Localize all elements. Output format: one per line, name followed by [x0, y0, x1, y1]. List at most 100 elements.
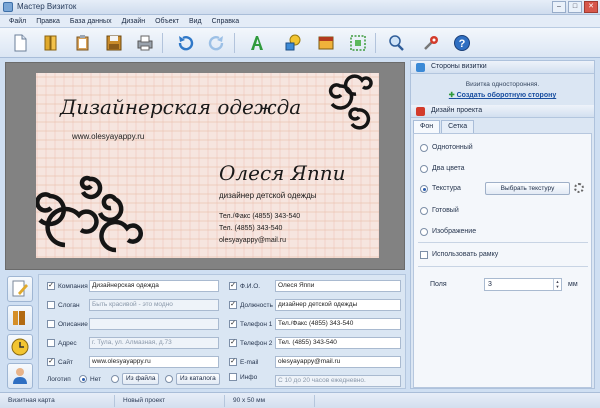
phone1-input[interactable]: Тел./Факс (4855) 343-540 — [275, 318, 401, 330]
phone2-input[interactable]: Тел. (4855) 343-540 — [275, 337, 401, 349]
fio-input[interactable]: Олеся Яппи — [275, 280, 401, 292]
use-frame-checkbox[interactable] — [420, 251, 428, 259]
logo-label: Логотип — [47, 376, 71, 383]
email-checkbox[interactable]: ✓ — [229, 358, 237, 366]
post-input[interactable]: дизайнер детской одежды — [275, 299, 401, 311]
company-checkbox[interactable]: ✓ — [47, 282, 55, 290]
card-phone[interactable]: Тел. (4855) 343-540 — [219, 225, 282, 232]
settings-icon[interactable] — [420, 32, 442, 54]
contacts-button[interactable] — [7, 363, 33, 389]
document-pen-icon — [12, 280, 28, 297]
address-label: Адрес — [58, 340, 77, 347]
properties-panel: Стороны визитки Визитка односторонняя. ✚… — [410, 60, 595, 389]
design-header-label: Дизайн проекта — [431, 107, 483, 114]
margins-unit: мм — [568, 281, 578, 288]
email-input[interactable]: olesyayappy@mail.ru — [275, 356, 401, 368]
design-canvas: Дизайнерская одежда www.olesyayappy.ru О… — [5, 62, 405, 270]
logo-from-file-button[interactable]: Из файла — [122, 373, 160, 385]
templates-button[interactable] — [7, 305, 33, 331]
card-phone-fax[interactable]: Тел./Факс (4855) 343-540 — [219, 213, 300, 220]
bg-plain-radio[interactable] — [420, 144, 428, 152]
undo-icon[interactable] — [174, 32, 196, 54]
qr-tool-icon[interactable] — [347, 32, 369, 54]
card-company-name[interactable]: Дизайнерская одежда — [60, 95, 301, 119]
bg-texture-radio[interactable] — [420, 185, 428, 193]
slogan-input[interactable]: Быть красивой - это модно — [89, 299, 219, 311]
choose-texture-button[interactable]: Выбрать текстуру — [485, 182, 570, 195]
swirl-ornament-bottom-left — [36, 175, 143, 253]
clipboard-icon[interactable] — [72, 32, 94, 54]
menu-help[interactable]: Справка — [207, 15, 244, 27]
open-book-icon[interactable] — [40, 32, 62, 54]
app-icon — [3, 2, 13, 12]
slogan-checkbox[interactable] — [47, 301, 55, 309]
texture-settings-icon[interactable] — [574, 183, 584, 193]
company-input[interactable]: Дизайнерская одежда — [89, 280, 219, 292]
new-file-icon[interactable] — [9, 32, 31, 54]
shapes-tool-icon[interactable] — [282, 32, 304, 54]
menu-design[interactable]: Дизайн — [117, 15, 151, 27]
toolbar-separator — [375, 33, 376, 53]
close-button[interactable]: ✕ — [584, 1, 598, 13]
logo-file-radio[interactable] — [111, 375, 119, 383]
info-checkbox[interactable] — [229, 373, 237, 381]
redo-icon[interactable] — [206, 32, 228, 54]
phone2-checkbox[interactable]: ✓ — [229, 339, 237, 347]
tab-background[interactable]: Фон — [413, 120, 441, 133]
phone1-label: Телефон 1 — [240, 321, 273, 328]
menu-view[interactable]: Вид — [184, 15, 207, 27]
status-project-name: Новый проект — [115, 394, 225, 407]
help-icon[interactable]: ? — [451, 32, 473, 54]
bg-texture-label: Текстура — [432, 185, 461, 192]
info-input[interactable]: С 10 до 20 часов ежедневно. — [275, 375, 401, 387]
card-email[interactable]: olesyayappy@mail.ru — [219, 237, 286, 244]
minimize-button[interactable]: – — [552, 1, 566, 13]
menu-file[interactable]: Файл — [4, 15, 31, 27]
maximize-button[interactable]: □ — [568, 1, 582, 13]
description-checkbox[interactable] — [47, 320, 55, 328]
image-tool-icon[interactable] — [315, 32, 337, 54]
zoom-icon[interactable] — [385, 32, 407, 54]
card-person-name[interactable]: Олеся Яппи — [219, 161, 346, 185]
post-checkbox[interactable]: ✓ — [229, 301, 237, 309]
menu-edit[interactable]: Правка — [31, 15, 65, 27]
email-label: E-mail — [240, 359, 259, 366]
bg-two-colors-radio[interactable] — [420, 165, 428, 173]
create-back-side-link[interactable]: ✚ Создать оборотную сторону — [411, 91, 594, 99]
description-input[interactable] — [89, 318, 219, 330]
toolbar-separator — [162, 33, 163, 53]
save-icon[interactable] — [103, 32, 125, 54]
menu-database[interactable]: База данных — [65, 15, 117, 27]
fio-checkbox[interactable]: ✓ — [229, 282, 237, 290]
edit-text-button[interactable] — [7, 276, 33, 302]
card-job-title[interactable]: дизайнер детской одежды — [219, 191, 317, 200]
schedule-button[interactable] — [7, 334, 33, 360]
print-icon[interactable] — [134, 32, 156, 54]
text-tool-icon[interactable] — [246, 32, 268, 54]
card-fields-form: ✓ Компания Дизайнерская одежда Слоган Бы… — [38, 274, 406, 389]
bg-plain-label: Однотонный — [432, 144, 473, 151]
logo-catalog-radio[interactable] — [165, 375, 173, 383]
palette-icon — [416, 107, 425, 116]
sides-section-header[interactable]: Стороны визитки — [411, 61, 594, 74]
design-section-header[interactable]: Дизайн проекта — [411, 105, 594, 118]
card-website[interactable]: www.olesyayappy.ru — [72, 132, 144, 141]
add-icon: ✚ — [448, 92, 457, 99]
site-input[interactable]: www.olesyayappy.ru — [89, 356, 219, 368]
bg-ready-radio[interactable] — [420, 207, 428, 215]
tab-grid[interactable]: Сетка — [441, 120, 475, 133]
site-checkbox[interactable]: ✓ — [47, 358, 55, 366]
address-checkbox[interactable] — [47, 339, 55, 347]
margins-spinbox[interactable]: 3 ▲ ▼ — [484, 278, 562, 291]
phone1-checkbox[interactable]: ✓ — [229, 320, 237, 328]
company-label: Компания — [58, 283, 88, 290]
sides-status-text: Визитка односторонняя. — [465, 81, 540, 88]
address-input[interactable]: г. Тула, ул. Алмазная, д.73 — [89, 337, 219, 349]
menu-object[interactable]: Объект — [150, 15, 184, 27]
logo-from-catalog-button[interactable]: Из каталога — [176, 373, 220, 385]
spin-arrows-icon[interactable]: ▲ ▼ — [553, 279, 561, 290]
logo-none-radio[interactable] — [79, 375, 87, 383]
business-card[interactable]: Дизайнерская одежда www.olesyayappy.ru О… — [36, 73, 379, 258]
phone2-label: Телефон 2 — [240, 340, 273, 347]
bg-image-radio[interactable] — [420, 228, 428, 236]
